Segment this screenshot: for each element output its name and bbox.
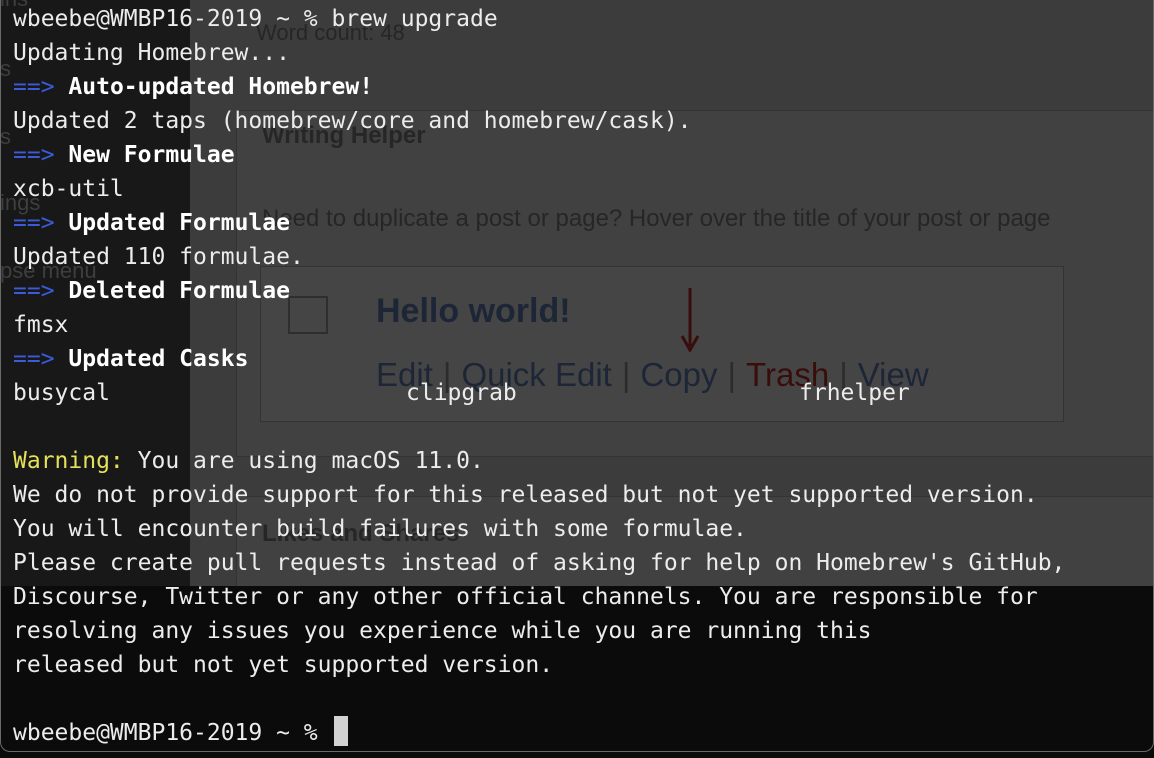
terminal-line: ==> Updated Formulae — [13, 206, 1065, 240]
terminal-line: Warning: You are using macOS 11.0. — [13, 444, 1065, 478]
terminal-line: ==> Updated Casks — [13, 342, 1065, 376]
terminal-output[interactable]: wbeebe@WMBP16-2019 ~ % brew upgrade Upda… — [13, 2, 1065, 750]
terminal-line: We do not provide support for this relea… — [13, 482, 1038, 508]
cask-name: frhelper — [799, 380, 910, 406]
terminal-line: wbeebe@WMBP16-2019 ~ % brew upgrade — [13, 2, 1065, 36]
shell-prompt: wbeebe@WMBP16-2019 ~ % — [13, 720, 318, 746]
shell-prompt: wbeebe@WMBP16-2019 ~ % — [13, 6, 318, 32]
terminal-line: ==> Auto-updated Homebrew! — [13, 70, 1065, 104]
warning-text: You are using macOS 11.0. — [137, 448, 484, 474]
terminal-line: ==> Deleted Formulae — [13, 274, 1065, 308]
terminal-line: resolving any issues you experience whil… — [13, 618, 872, 644]
terminal-window[interactable]: wbeebe@WMBP16-2019 ~ % brew upgrade Upda… — [0, 0, 1154, 752]
terminal-line: fmsx — [13, 312, 69, 338]
terminal-line: Updated 2 taps (homebrew/core and homebr… — [13, 108, 692, 134]
terminal-line: Updated 110 formulae. — [13, 244, 304, 270]
arrow-marker: ==> — [13, 278, 55, 304]
section-header: Deleted Formulae — [68, 278, 290, 304]
arrow-marker: ==> — [13, 142, 55, 168]
section-header: New Formulae — [68, 142, 235, 168]
arrow-marker: ==> — [13, 74, 55, 100]
terminal-line: You will encounter build failures with s… — [13, 516, 747, 542]
screen: ins s s ings pse menu sageRpy Word count… — [0, 0, 1154, 758]
arrow-marker: ==> — [13, 346, 55, 372]
arrow-marker: ==> — [13, 210, 55, 236]
cask-name: busycal — [13, 380, 110, 406]
section-header: Updated Casks — [68, 346, 249, 372]
terminal-line: Please create pull requests instead of a… — [13, 550, 1066, 576]
terminal-line: Updating Homebrew... — [13, 40, 290, 66]
command-text: brew upgrade — [331, 6, 498, 32]
section-header: Updated Formulae — [68, 210, 290, 236]
section-header: Auto-updated Homebrew! — [68, 74, 374, 100]
warning-label: Warning: — [13, 448, 124, 474]
terminal-line: busycal clipgrab frhelper — [13, 376, 1065, 410]
terminal-line: ==> New Formulae — [13, 138, 1065, 172]
terminal-line: released but not yet supported version. — [13, 652, 554, 678]
terminal-line: xcb-util — [13, 176, 124, 202]
terminal-line: Discourse, Twitter or any other official… — [13, 584, 1038, 610]
text-cursor[interactable] — [333, 716, 348, 746]
terminal-line: wbeebe@WMBP16-2019 ~ % — [13, 716, 1065, 750]
cask-name: clipgrab — [406, 380, 517, 406]
